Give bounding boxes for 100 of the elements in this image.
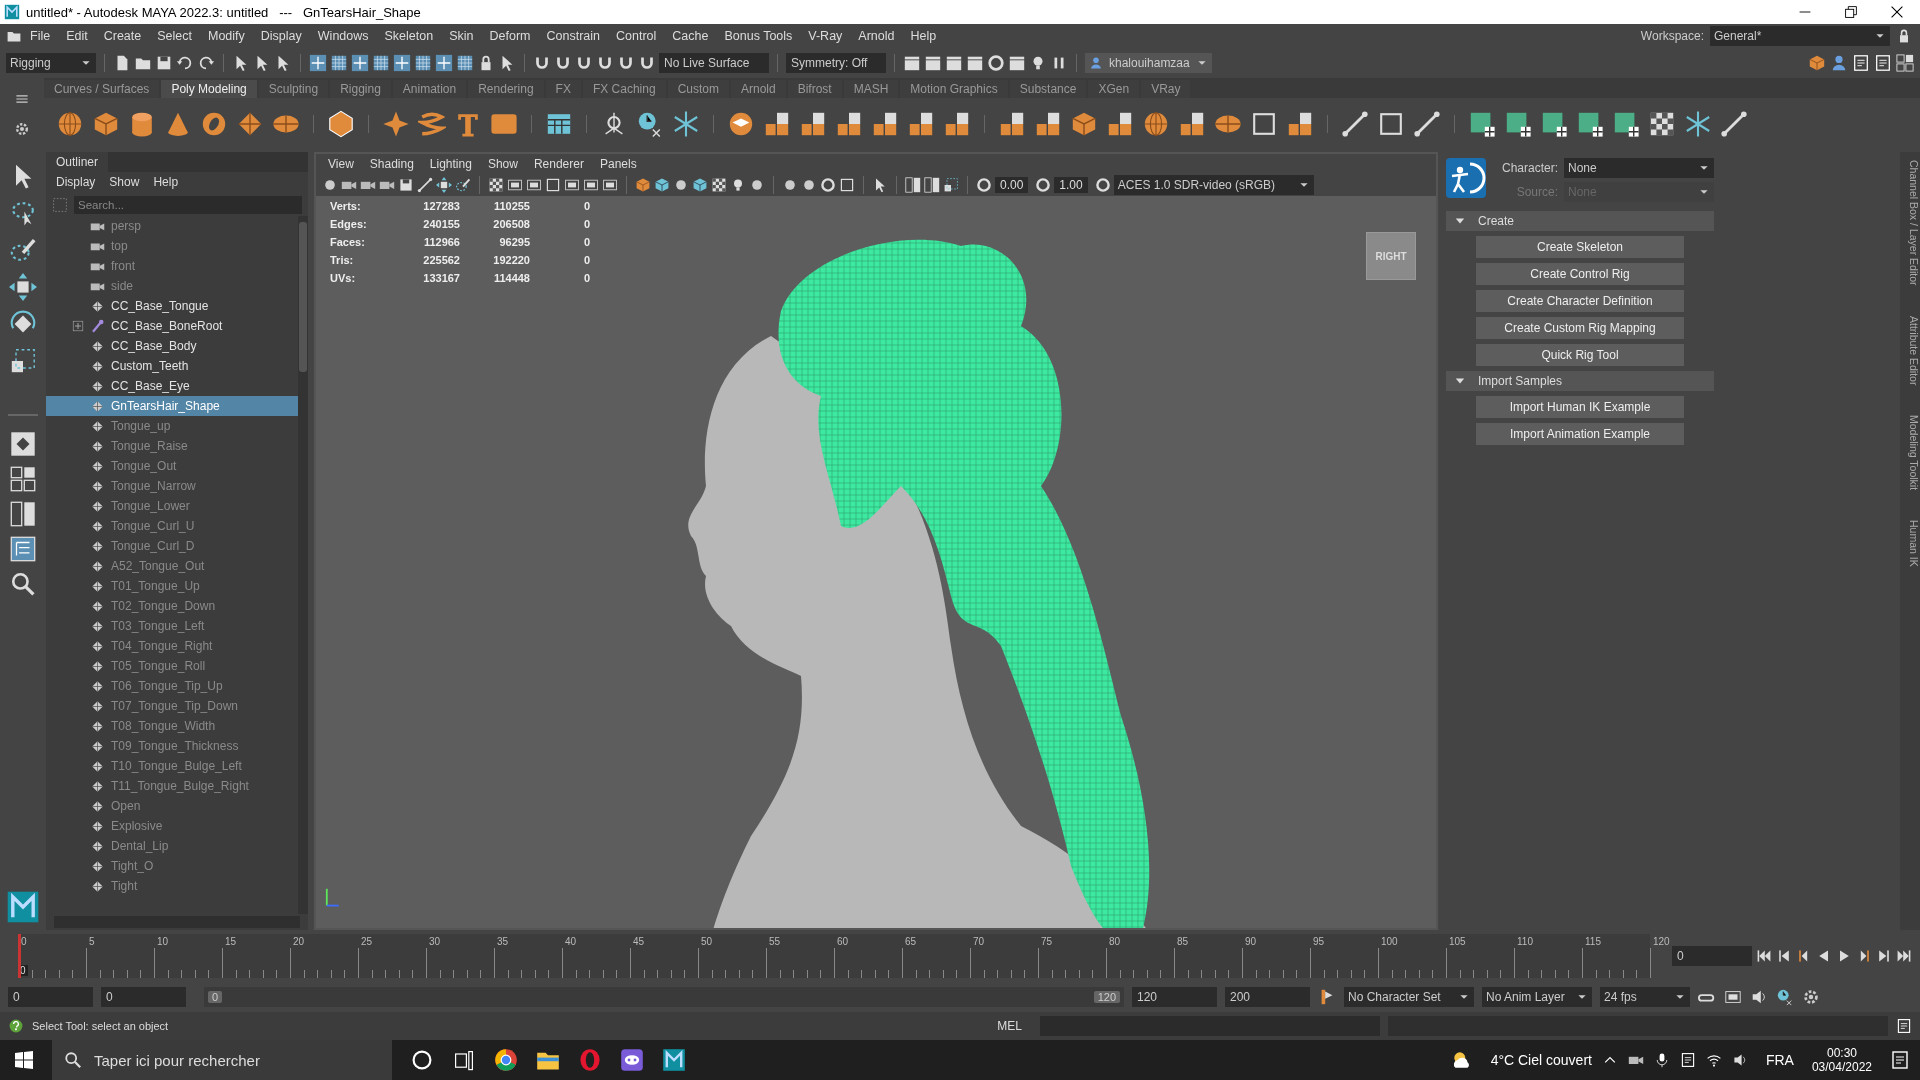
cube-icon[interactable] [1070, 110, 1098, 138]
shelf-tab[interactable]: Bifrost [787, 80, 842, 98]
outliner-item[interactable]: top [46, 236, 298, 256]
blocks-icon[interactable] [943, 110, 971, 138]
snap-curve-icon[interactable] [330, 54, 348, 72]
channel-box-icon[interactable] [1896, 54, 1914, 72]
helix-icon[interactable] [418, 110, 446, 138]
outliner-layout-icon[interactable] [10, 536, 36, 562]
cube-icon[interactable] [92, 110, 120, 138]
blocks-icon[interactable] [799, 110, 827, 138]
shelf-tab[interactable]: Rigging [330, 80, 391, 98]
outliner-item[interactable]: side [46, 276, 298, 296]
snap-grid-icon[interactable] [309, 54, 327, 72]
shelf-tab[interactable]: Sculpting [258, 80, 329, 98]
outliner-item[interactable]: GnTearsHair_Shape [46, 396, 298, 416]
smooth-shade-icon[interactable] [654, 177, 670, 193]
outliner-item[interactable]: T09_Tongue_Thickness [46, 736, 298, 756]
field-chart-icon[interactable] [564, 177, 580, 193]
shelf-tab[interactable]: VRay [1141, 80, 1191, 98]
menu-item[interactable]: Shading [363, 157, 420, 171]
outliner-item[interactable]: Tongue_Out [46, 456, 298, 476]
menu-item[interactable]: Edit [58, 29, 96, 43]
single-layout-icon[interactable] [10, 431, 36, 457]
current-frame-field[interactable]: 0 [1672, 946, 1752, 966]
shelf-tab[interactable]: MASH [843, 80, 899, 98]
blocks-icon[interactable] [1178, 110, 1206, 138]
blocks-icon[interactable] [763, 110, 791, 138]
outliner-item[interactable]: CC_Base_Eye [46, 376, 298, 396]
clock-icon[interactable] [1776, 988, 1794, 1006]
wire-icon[interactable] [1720, 110, 1748, 138]
action-button[interactable]: Import Animation Example [1476, 423, 1684, 445]
outliner-item[interactable]: Explosive [46, 816, 298, 836]
menu-item[interactable]: Select [149, 29, 200, 43]
menu-item[interactable]: File [22, 29, 59, 43]
outliner-item[interactable]: Tight_O [46, 856, 298, 876]
modeling-toolkit-icon[interactable] [1808, 54, 1826, 72]
outliner-item[interactable]: CC_Base_Body [46, 336, 298, 356]
user-account-button[interactable]: khalouihamzaa [1085, 53, 1212, 73]
render-setup-icon[interactable] [1008, 54, 1026, 72]
blocks-icon[interactable] [1034, 110, 1062, 138]
render-view-icon[interactable] [903, 54, 921, 72]
menu-item[interactable]: V-Ray [800, 29, 851, 43]
menu-item[interactable]: Skeleton [376, 29, 442, 43]
playback-end-field[interactable]: 120 [1132, 987, 1217, 1007]
shelf-tab[interactable]: Custom [667, 80, 729, 98]
diamond-icon[interactable] [236, 110, 264, 138]
script-editor-icon[interactable] [1896, 1018, 1912, 1034]
ball-icon[interactable] [673, 177, 689, 193]
action-button[interactable]: Create Character Definition [1476, 290, 1684, 312]
outliner-item[interactable]: T10_Tongue_Bulge_Left [46, 756, 298, 776]
outliner-item[interactable]: T03_Tongue_Left [46, 616, 298, 636]
shape-grid-icon[interactable] [1504, 110, 1532, 138]
menu-item[interactable]: Skin [441, 29, 482, 43]
symmetry-field[interactable]: Symmetry: Off [786, 53, 886, 73]
script-language-toggle[interactable]: MEL [987, 1019, 1032, 1033]
save-icon[interactable] [155, 54, 173, 72]
action-button[interactable]: Create Skeleton [1476, 236, 1684, 258]
snowflake-icon[interactable] [672, 110, 700, 138]
range-start-handle[interactable]: 0 [208, 991, 223, 1003]
torus-icon[interactable] [200, 110, 228, 138]
section-header[interactable]: Import Samples [1446, 371, 1714, 391]
outliner-item[interactable]: front [46, 256, 298, 276]
wireframe-shaded-icon[interactable] [692, 177, 708, 193]
search-icon[interactable] [10, 571, 36, 597]
fps-dropdown[interactable]: 24 fps [1600, 987, 1690, 1007]
settings-icon[interactable] [14, 121, 30, 137]
resolution-gate-icon[interactable] [526, 177, 542, 193]
workspace-dropdown[interactable]: General* [1710, 26, 1890, 46]
blocks-icon[interactable] [1286, 110, 1314, 138]
sphere-icon[interactable] [56, 110, 84, 138]
move-icon[interactable] [436, 177, 452, 193]
outliner-item[interactable]: Tongue_Narrow [46, 476, 298, 496]
menu-item[interactable]: Help [153, 175, 179, 191]
outliner-item[interactable]: Dental_Lip [46, 836, 298, 856]
search-field[interactable]: Search... [74, 196, 302, 214]
action-button[interactable]: Create Custom Rig Mapping [1476, 317, 1684, 339]
go-to-start-icon[interactable] [1756, 948, 1772, 964]
ball-icon[interactable] [801, 177, 817, 193]
anim-layer-dropdown[interactable]: No Anim Layer [1482, 987, 1592, 1007]
blocks-icon[interactable] [907, 110, 935, 138]
range-slider-bar[interactable]: 0 120 [204, 987, 1124, 1007]
safe-action-icon[interactable] [583, 177, 599, 193]
film-gate-icon[interactable] [507, 177, 523, 193]
scale-tool-icon[interactable] [9, 347, 37, 375]
start-frame-field[interactable]: 0 [8, 987, 93, 1007]
menu-item[interactable]: Constrain [538, 29, 608, 43]
shelf-tab[interactable]: Curves / Surfaces [44, 80, 160, 98]
menu-item[interactable]: Deform [481, 29, 539, 43]
ipr-render-icon[interactable] [945, 54, 963, 72]
side-tab[interactable]: Human IK [1900, 520, 1920, 567]
outliner-item[interactable]: Tongue_up [46, 416, 298, 436]
outliner-item[interactable]: A52_Tongue_Out [46, 556, 298, 576]
attribute-editor-icon[interactable] [1852, 54, 1870, 72]
menu-set-dropdown[interactable]: Rigging [6, 53, 96, 73]
outliner-item[interactable]: T05_Tongue_Roll [46, 656, 298, 676]
restore-icon[interactable] [1842, 3, 1860, 21]
shelf-tab[interactable]: Animation [392, 80, 467, 98]
shape-grid-icon[interactable] [1576, 110, 1604, 138]
shape-grid-icon[interactable] [1468, 110, 1496, 138]
end-frame-field[interactable]: 200 [1225, 987, 1310, 1007]
